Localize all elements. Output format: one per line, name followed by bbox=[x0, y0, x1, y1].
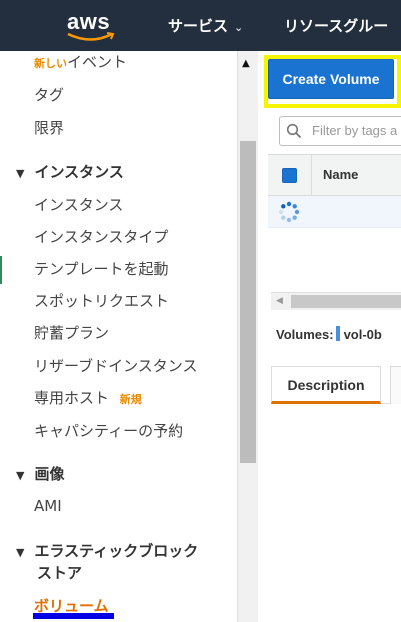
tab-next[interactable] bbox=[390, 366, 401, 404]
sidebar-section-instances[interactable]: ▼ インスタンス bbox=[16, 161, 124, 182]
select-all-checkbox[interactable] bbox=[282, 168, 297, 183]
sidebar-item-events[interactable]: 新しいイベント bbox=[34, 51, 127, 72]
filter-placeholder: Filter by tags a bbox=[312, 123, 398, 138]
chevron-down-icon: ⌄ bbox=[234, 21, 244, 34]
sidebar-item-tags[interactable]: タグ bbox=[34, 84, 64, 105]
collapse-triangle-icon: ▼ bbox=[16, 167, 25, 180]
tab-description[interactable]: Description bbox=[271, 366, 381, 404]
sidebar-item-instance-types[interactable]: インスタンスタイプ bbox=[34, 226, 168, 247]
window-edge bbox=[0, 256, 2, 284]
annotation-underline bbox=[33, 613, 114, 619]
detail-tabs: Description bbox=[271, 366, 401, 404]
section-label: インスタンス bbox=[34, 163, 124, 181]
sidebar-item-capacity-reservations[interactable]: キャパシティーの予約 bbox=[34, 420, 183, 441]
filter-input[interactable]: Filter by tags a bbox=[279, 116, 401, 146]
sidebar-section-ebs[interactable]: ▼ エラスティックブロック bbox=[16, 540, 198, 561]
sidebar-item-spot-requests[interactable]: スポットリクエスト bbox=[34, 290, 169, 311]
services-menu[interactable]: サービス ⌄ bbox=[168, 15, 243, 36]
scroll-up-arrow-icon[interactable]: ▲ bbox=[242, 58, 250, 69]
table-row[interactable] bbox=[268, 196, 401, 228]
sidebar-item-savings-plans[interactable]: 貯蓄プラン bbox=[34, 322, 109, 343]
sidebar-item-ami[interactable]: AMI bbox=[34, 497, 62, 515]
table-horizontal-scrollbar[interactable]: ◀ bbox=[271, 292, 401, 310]
aws-smile-icon bbox=[67, 32, 115, 41]
table-header: Name bbox=[268, 154, 401, 196]
sidebar-scrollbar[interactable]: ▲ bbox=[237, 51, 258, 622]
collapse-triangle-icon: ▼ bbox=[16, 546, 25, 559]
create-volume-button[interactable]: Create Volume bbox=[268, 59, 394, 99]
sidebar-item-label: イベント bbox=[67, 53, 128, 71]
scrollbar-thumb[interactable] bbox=[240, 141, 256, 463]
resource-groups-menu[interactable]: リソースグルー bbox=[284, 15, 388, 36]
scrollbar-thumb[interactable] bbox=[291, 295, 401, 308]
services-label: サービス bbox=[168, 17, 229, 35]
section-label-continued: ストア bbox=[37, 564, 83, 582]
sidebar-item-dedicated-hosts[interactable]: 専用ホスト 新規 bbox=[34, 387, 142, 408]
new-badge: 新しい bbox=[34, 57, 67, 70]
aws-logo[interactable]: aws bbox=[64, 9, 124, 43]
column-divider bbox=[311, 155, 312, 195]
volumes-label: Volumes: bbox=[276, 327, 334, 342]
top-nav: aws サービス ⌄ リソースグルー bbox=[0, 0, 401, 51]
collapse-triangle-icon: ▼ bbox=[16, 469, 25, 482]
sidebar-section-images[interactable]: ▼ 画像 bbox=[16, 463, 64, 484]
sidebar-item-reserved-instances[interactable]: リザーブドインスタンス bbox=[34, 355, 198, 376]
sidebar-item-instances[interactable]: インスタンス bbox=[34, 194, 123, 215]
search-icon bbox=[286, 123, 302, 139]
volume-marker bbox=[335, 326, 340, 341]
loading-spinner-icon bbox=[278, 201, 300, 223]
column-header-name[interactable]: Name bbox=[323, 167, 358, 182]
section-label: 画像 bbox=[34, 465, 65, 483]
selected-volumes-label: Volumes: vol-0b bbox=[276, 326, 382, 342]
section-label: エラスティックブロック bbox=[34, 542, 199, 560]
sidebar-item-launch-templates[interactable]: テンプレートを起動 bbox=[34, 258, 169, 279]
volume-id: vol-0b bbox=[343, 327, 382, 342]
sidebar-item-limits[interactable]: 限界 bbox=[34, 117, 64, 138]
new-badge: 新規 bbox=[119, 393, 142, 406]
sidebar-item-label: 専用ホスト bbox=[34, 389, 110, 407]
scroll-left-arrow-icon[interactable]: ◀ bbox=[276, 296, 283, 306]
